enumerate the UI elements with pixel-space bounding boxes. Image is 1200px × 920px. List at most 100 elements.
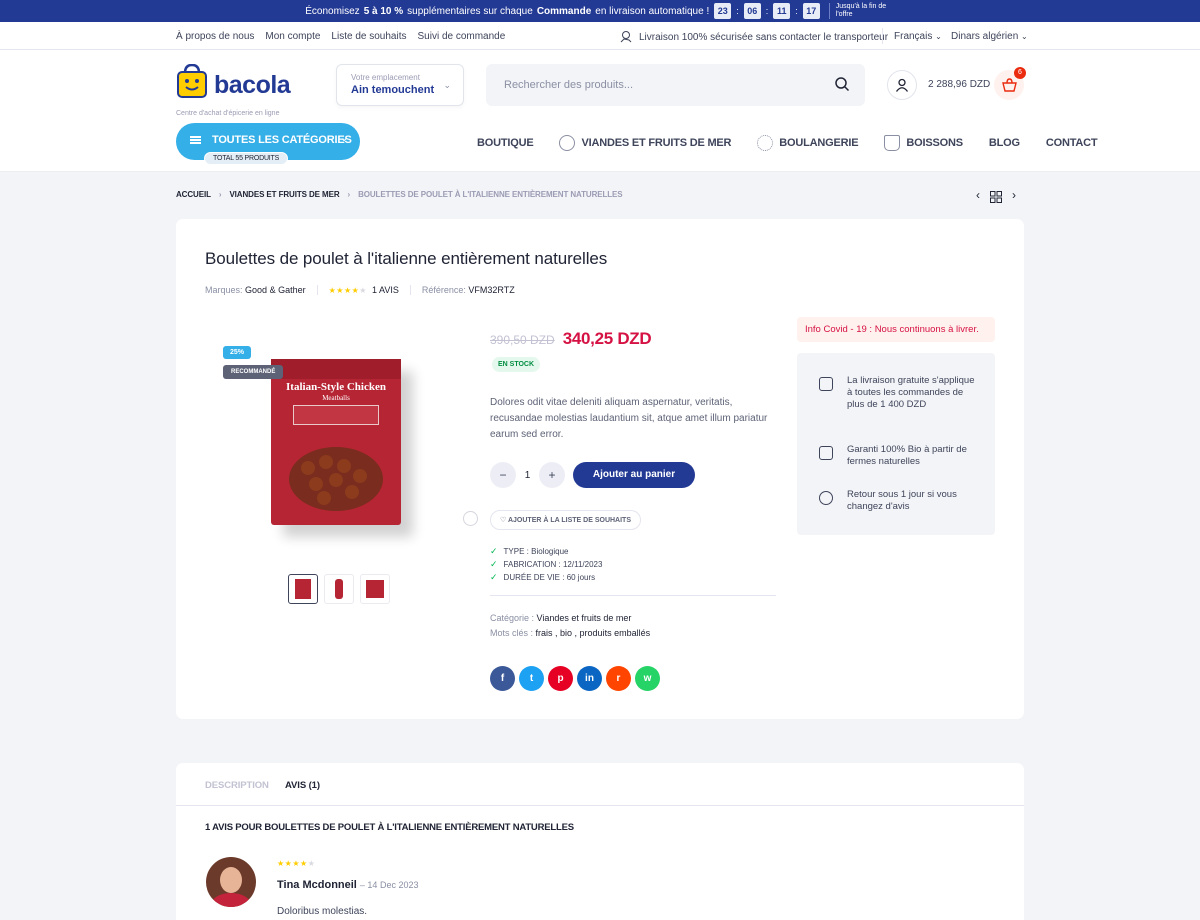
cart-button[interactable]: 6 (994, 67, 1026, 100)
grid-icon[interactable] (990, 191, 1002, 203)
features-box: La livraison gratuite s'applique à toute… (797, 353, 995, 535)
product-navigation: ‹ › (976, 188, 1016, 203)
link-order-tracking[interactable]: Suivi de commande (417, 31, 505, 42)
building-icon (819, 446, 833, 460)
product-taxonomy: Catégorie : Viandes et fruits de mer Mot… (490, 611, 650, 641)
chevron-right-icon: › (218, 190, 222, 199)
language-select[interactable]: Français ⌄ (894, 31, 942, 42)
package-title: Italian-Style Chicken (286, 381, 386, 393)
currency-select[interactable]: Dinars algérien ⌄ (951, 31, 1028, 42)
chevron-down-icon: ⌄ (339, 133, 348, 144)
nav-item-boutique[interactable]: BOUTIQUE (477, 137, 534, 149)
product-card: Boulettes de poulet à l'italienne entièr… (176, 219, 1024, 719)
nav-item-contact[interactable]: CONTACT (1046, 137, 1098, 149)
countdown-frames: 17 (802, 3, 820, 19)
reddit-icon[interactable]: r (606, 666, 631, 691)
reviewer-name: Tina Mcdonneil (277, 879, 357, 891)
nav-label: BLOG (988, 137, 1020, 149)
thumbnail-3[interactable] (360, 574, 390, 604)
logo-text: bacola (214, 71, 291, 99)
brand-link[interactable]: Good & Gather (245, 285, 306, 295)
basket-icon (1001, 78, 1017, 92)
search-icon[interactable] (834, 76, 850, 92)
decrease-button[interactable]: − (490, 462, 516, 488)
product-meta: Marques: Good & Gather ★★★★★ 1 AVIS Réfé… (205, 285, 515, 295)
covid-notice: Info Covid - 19 : Nous continuons à livr… (797, 317, 995, 342)
discount-badge: 25% (223, 346, 252, 359)
nav-item-bakery[interactable]: BOULANGERIE (757, 135, 859, 151)
delivery-hand-icon (620, 31, 632, 43)
current-price: 340,25 DZD (562, 329, 652, 348)
chevron-down-icon: ⌄ (1021, 32, 1028, 41)
nav-label: BOULANGERIE (779, 137, 859, 149)
promo-end-label: Jusqu'à la fin de l'offre (828, 3, 895, 19)
promo-text-mid: supplémentaires sur chaque (407, 5, 533, 17)
spec-shelf-life: ✓ DURÉE DE VIE : 60 jours (490, 572, 596, 582)
reviews-heading: 1 AVIS POUR BOULETTES DE POULET À L'ITAL… (205, 822, 574, 833)
link-wishlist[interactable]: Liste de souhaits (331, 31, 406, 42)
facebook-icon[interactable]: f (490, 666, 515, 691)
recommended-badge: RECOMMANDÉ (223, 365, 284, 379)
add-to-cart-button[interactable]: Ajouter au panier (573, 462, 695, 488)
thumbnail-1[interactable] (288, 574, 318, 604)
nav-item-beverages[interactable]: BOISSONS (884, 135, 963, 151)
quantity-stepper: − 1 + Ajouter au panier (490, 462, 695, 488)
thumbnail-gallery (288, 574, 390, 604)
nav-label: BOISSONS (906, 137, 963, 149)
whatsapp-icon[interactable]: w (635, 666, 660, 691)
review-count[interactable]: 1 AVIS (372, 285, 399, 295)
review-stars: ★★★★★ (277, 859, 316, 868)
review-date: – 14 Dec 2023 (359, 880, 419, 890)
category-link[interactable]: Viandes et fruits de mer (537, 613, 632, 623)
check-icon: ✓ (490, 559, 498, 569)
link-about[interactable]: À propos de nous (176, 31, 254, 42)
tags-label: Mots clés : (490, 628, 534, 638)
pinterest-icon[interactable]: p (548, 666, 573, 691)
truck-icon (819, 377, 833, 391)
total-products-badge: TOTAL 55 PRODUITS (204, 152, 289, 165)
linkedin-icon[interactable]: in (577, 666, 602, 691)
twitter-icon[interactable]: t (519, 666, 544, 691)
check-icon: ✓ (490, 572, 498, 582)
nav-item-blog[interactable]: BLOG (989, 137, 1020, 149)
fish-icon (559, 135, 576, 151)
ref-label: Référence: (421, 285, 466, 295)
feature-organic: Garanti 100% Bio à partir de fermes natu… (819, 444, 979, 468)
breadcrumb-home[interactable]: ACCUEIL (176, 190, 211, 199)
thumbnail-2[interactable] (324, 574, 354, 604)
increase-button[interactable]: + (539, 462, 565, 488)
link-account[interactable]: Mon compte (265, 31, 320, 42)
search-input[interactable] (486, 64, 865, 106)
user-icon (895, 78, 909, 92)
countdown-seconds: 11 (773, 3, 791, 19)
tags-links[interactable]: frais , bio , produits emballés (536, 628, 651, 638)
package-subtitle: Meatballs (322, 394, 350, 402)
tab-description[interactable]: DESCRIPTION (205, 780, 269, 791)
next-product-icon[interactable]: › (1012, 188, 1016, 203)
tab-bar: DESCRIPTION AVIS (1) (176, 763, 1024, 806)
account-button[interactable] (887, 70, 917, 100)
breadcrumb-category[interactable]: VIANDES ET FRUITS DE MER (229, 190, 339, 199)
add-to-wishlist-button[interactable]: ♡ AJOUTER À LA LISTE DE SOUHAITS (490, 510, 641, 530)
zoom-icon[interactable] (463, 511, 478, 526)
all-categories-button[interactable]: TOUTES LES CATÉGORIES ⌄ TOTAL 55 PRODUIT… (176, 123, 360, 165)
nav-item-meat-seafood[interactable]: VIANDES ET FRUITS DE MER (559, 135, 731, 151)
promo-commande: Commande (536, 5, 592, 17)
prev-product-icon[interactable]: ‹ (976, 188, 980, 203)
countdown-minutes: 06 (743, 3, 761, 19)
location-selector[interactable]: Votre emplacement Ain temouchent ⌄ (336, 64, 464, 106)
feature-free-delivery: La livraison gratuite s'applique à toute… (819, 375, 979, 411)
quantity-value[interactable]: 1 (516, 470, 539, 481)
all-categories-label: TOUTES LES CATÉGORIES (212, 134, 352, 146)
cup-icon (884, 135, 901, 151)
product-specs: ✓ TYPE : Biologique ✓ FABRICATION : 12/11/… (490, 545, 602, 584)
logo-tagline: Centre d'achat d'épicerie en ligne (176, 110, 280, 117)
countdown-hours: 23 (714, 3, 732, 19)
tab-reviews[interactable]: AVIS (1) (285, 780, 320, 791)
product-title: Boulettes de poulet à l'italienne entièr… (205, 249, 608, 268)
promo-percent: 5 à 10 % (363, 5, 404, 17)
language-label: Français (894, 31, 933, 42)
breadcrumb: ACCUEIL › VIANDES ET FRUITS DE MER › BOU… (176, 190, 623, 199)
product-description: Dolores odit vitae deleniti aliquam aspe… (490, 397, 768, 440)
header: bacola Centre d'achat d'épicerie en lign… (0, 50, 1200, 172)
